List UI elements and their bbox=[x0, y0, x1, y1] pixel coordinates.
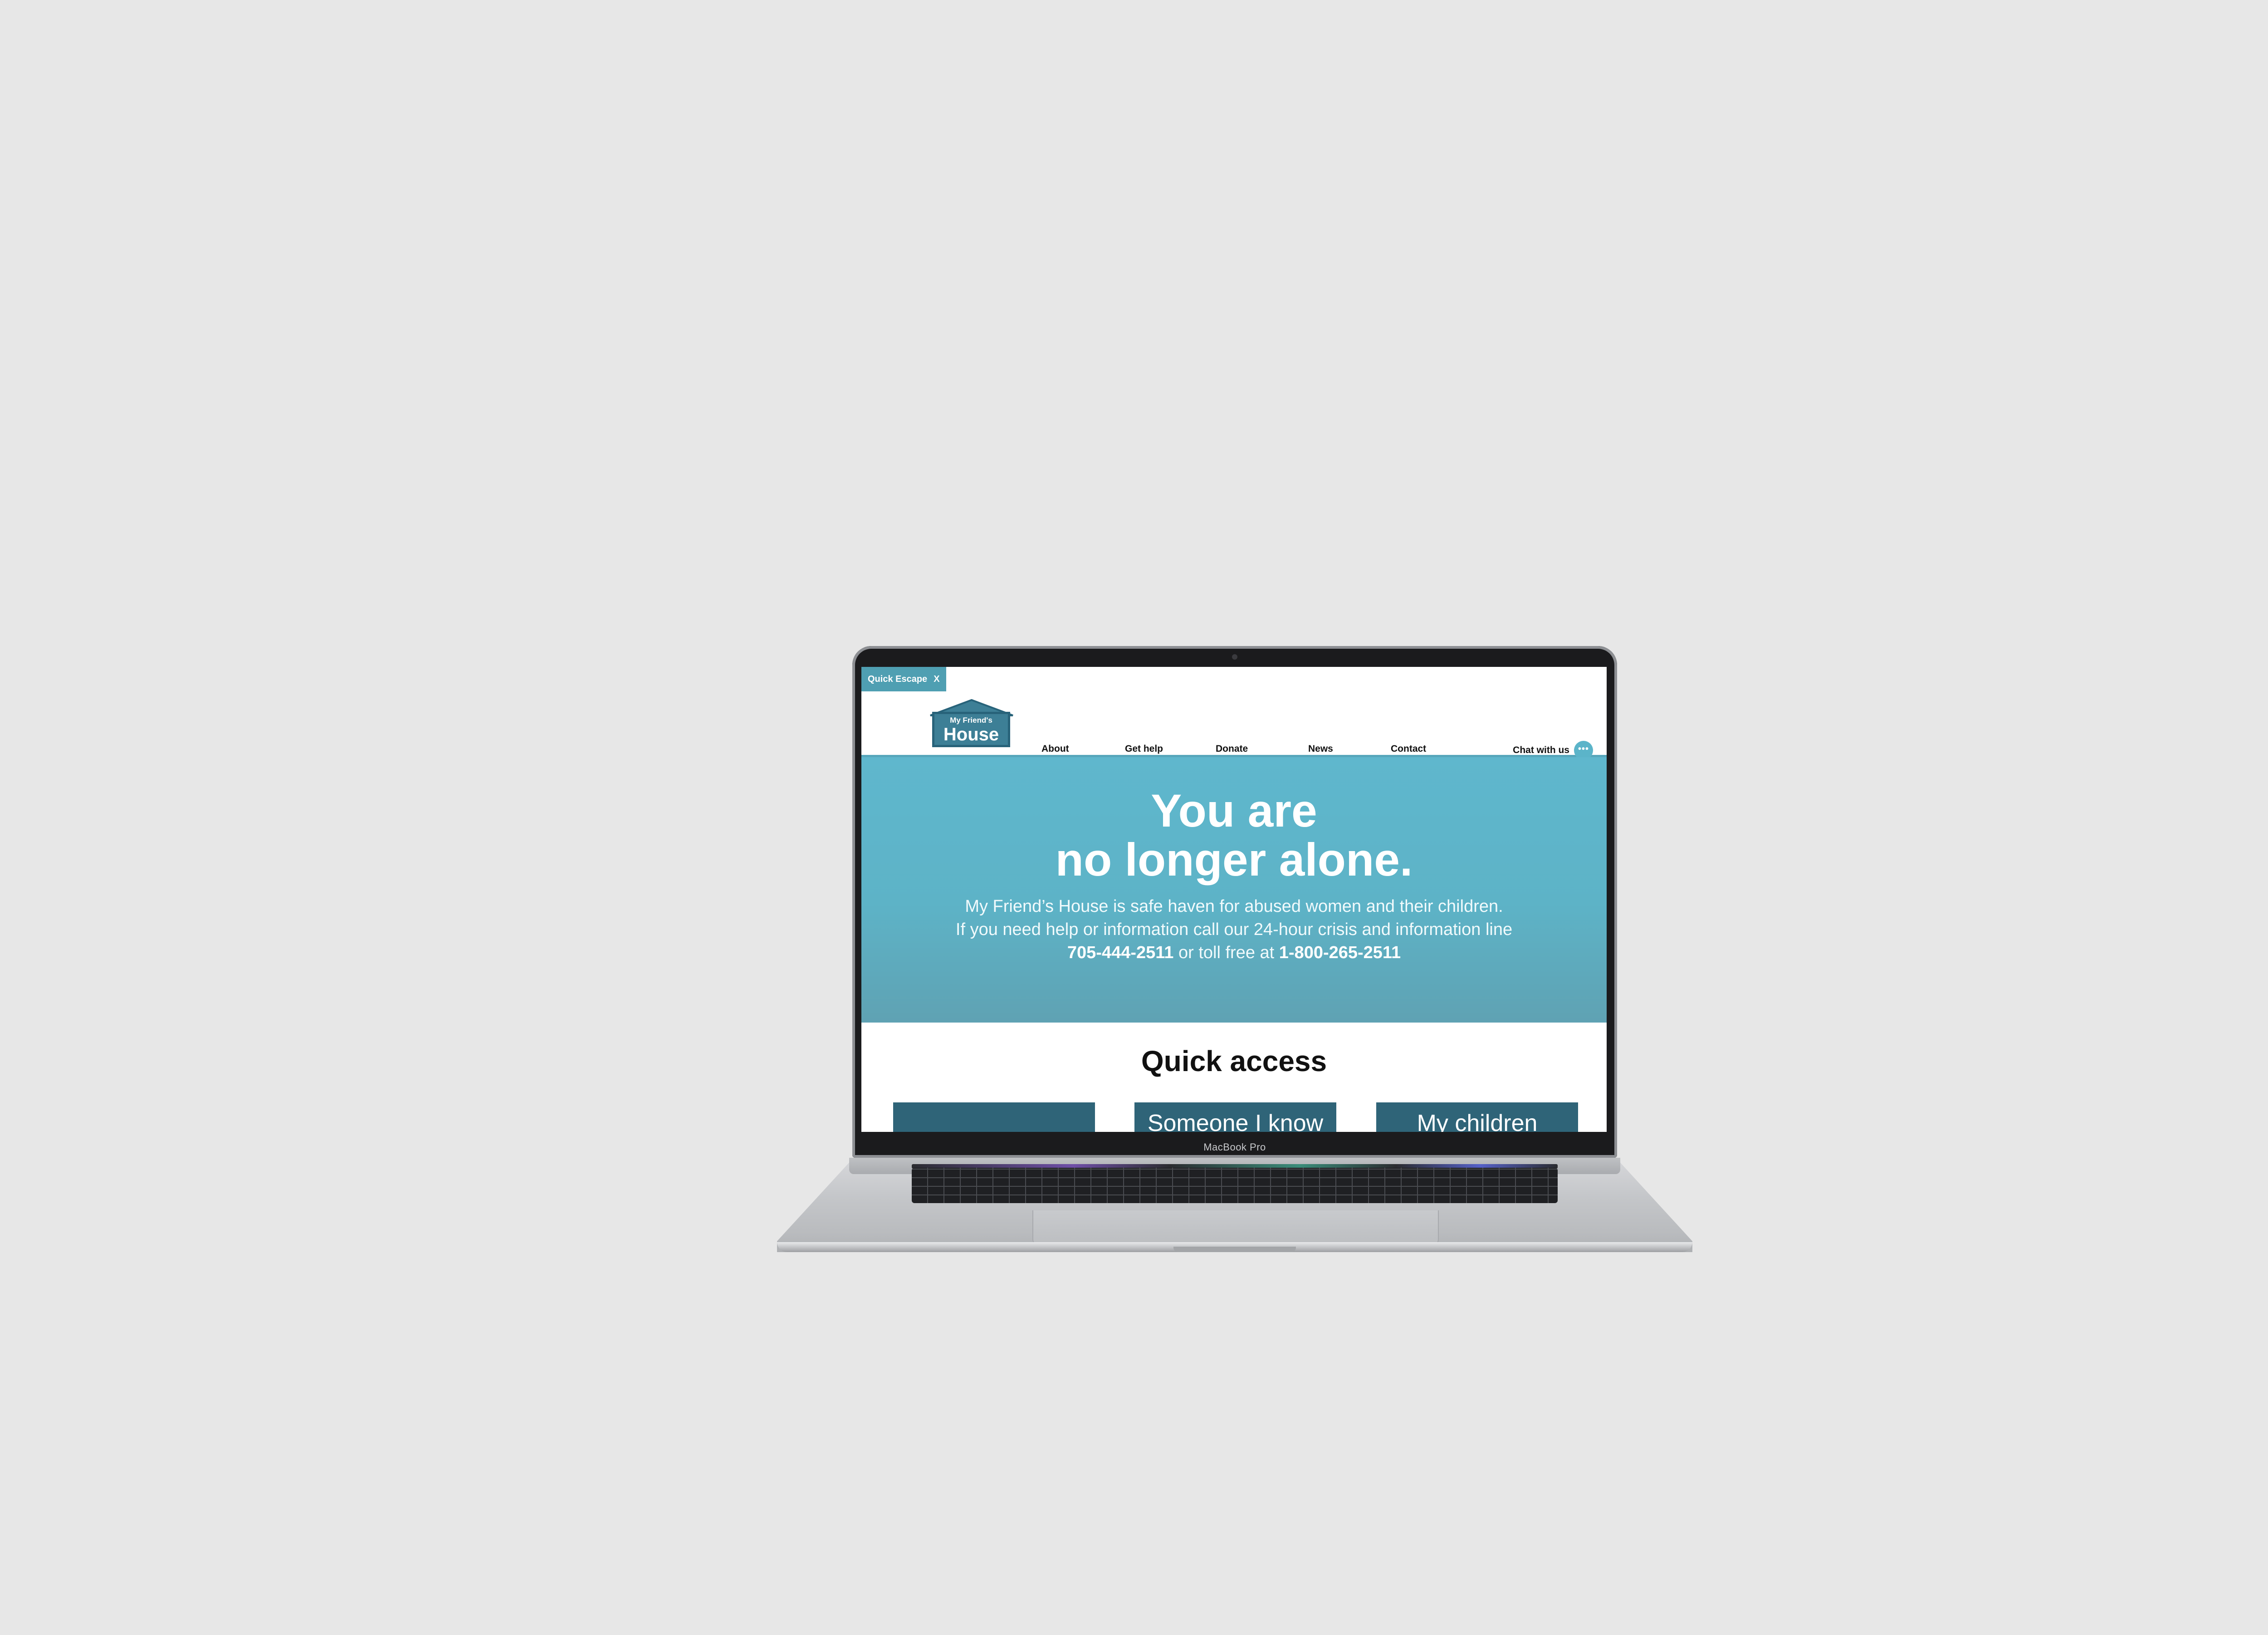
keyboard bbox=[912, 1168, 1558, 1203]
nav-about[interactable]: About bbox=[1041, 744, 1069, 754]
logo-top-text: My Friend's bbox=[950, 716, 992, 724]
camera-icon bbox=[1232, 654, 1237, 660]
nav-news[interactable]: News bbox=[1308, 744, 1333, 754]
hero-description: My Friend’s House is safe haven for abus… bbox=[861, 895, 1607, 964]
toll-free-phone-link[interactable]: 1-800-265-2511 bbox=[1279, 943, 1401, 962]
browser-viewport: Quick Escape X My Friend's House About G… bbox=[861, 667, 1607, 1132]
quick-access-card-1[interactable] bbox=[893, 1102, 1095, 1132]
quick-escape-button[interactable]: Quick Escape X bbox=[861, 667, 946, 691]
hero-line2: If you need help or information call our… bbox=[955, 920, 1513, 939]
chat-label: Chat with us bbox=[1513, 745, 1569, 755]
hero-line1: My Friend’s House is safe haven for abus… bbox=[965, 897, 1503, 916]
nav-contact[interactable]: Contact bbox=[1391, 744, 1426, 754]
laptop-opening-notch bbox=[1173, 1247, 1296, 1252]
quick-access-title: Quick access bbox=[1141, 1045, 1327, 1077]
nav-donate[interactable]: Donate bbox=[1216, 744, 1248, 754]
site-header: My Friend's House About Get help Donate … bbox=[861, 691, 1607, 760]
hero-banner: You are no longer alone. My Friend’s Hou… bbox=[861, 757, 1607, 1023]
laptop-lid: Quick Escape X My Friend's House About G… bbox=[852, 646, 1617, 1158]
hero-title: You are no longer alone. bbox=[861, 757, 1607, 884]
hero-phones: 705-444-2511 or toll free at 1-800-265-2… bbox=[861, 941, 1607, 964]
hero-title-line2: no longer alone. bbox=[1055, 834, 1413, 886]
hero-title-line1: You are bbox=[1151, 785, 1317, 837]
trackpad bbox=[1032, 1210, 1439, 1246]
nav-get-help[interactable]: Get help bbox=[1125, 744, 1163, 754]
phone-join-text: or toll free at bbox=[1173, 943, 1279, 962]
crisis-phone-link[interactable]: 705-444-2511 bbox=[1067, 943, 1174, 962]
logo-bottom-text: House bbox=[943, 724, 999, 744]
site-logo[interactable]: My Friend's House bbox=[929, 699, 1015, 751]
logo-badge: My Friend's House bbox=[932, 712, 1010, 747]
quick-access-section: Quick access Someone I know My children bbox=[861, 1023, 1607, 1132]
close-icon: X bbox=[934, 674, 940, 684]
quick-escape-label: Quick Escape bbox=[868, 674, 928, 684]
quick-access-card-someone-i-know[interactable]: Someone I know bbox=[1134, 1102, 1336, 1132]
device-label: MacBook Pro bbox=[1203, 1141, 1266, 1153]
quick-access-card-my-children[interactable]: My children bbox=[1376, 1102, 1578, 1132]
